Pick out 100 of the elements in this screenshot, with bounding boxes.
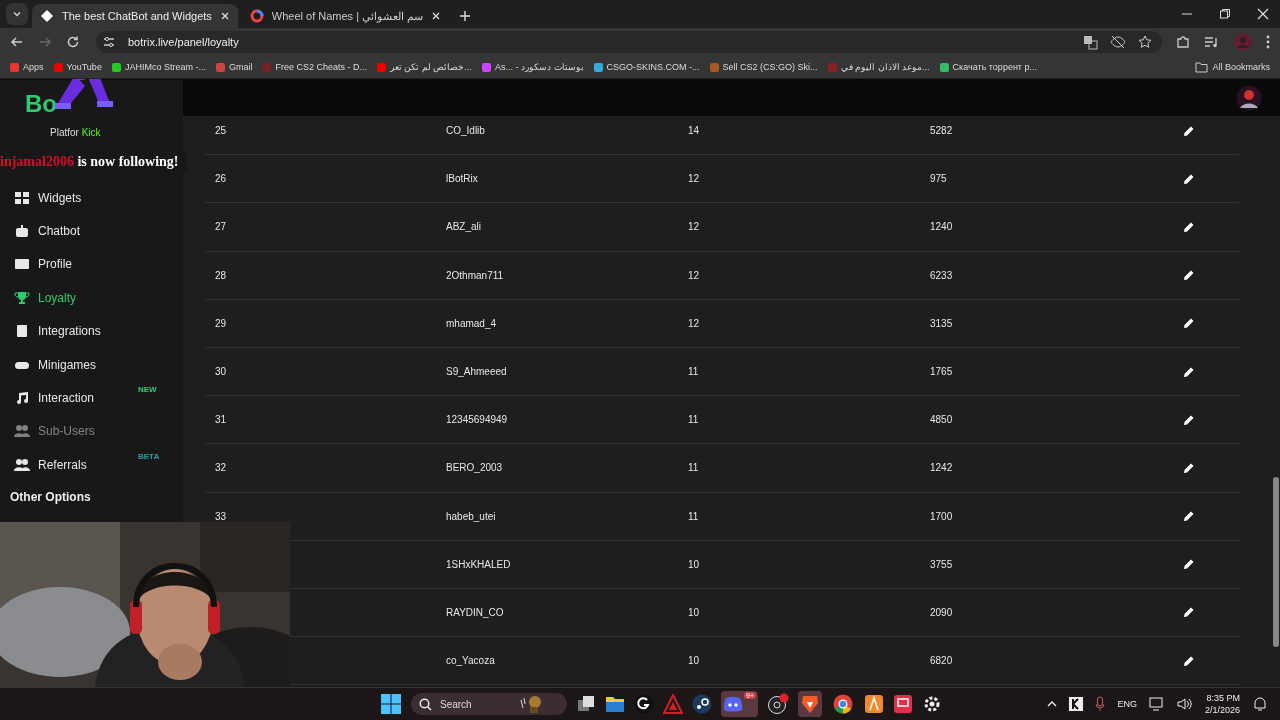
bookmark-link[interactable]: Apps — [10, 62, 44, 72]
edit-icon[interactable] — [1183, 654, 1195, 667]
edit-icon[interactable] — [1183, 558, 1195, 571]
edit-icon[interactable] — [1183, 172, 1195, 185]
table-cell-text: 1700 — [930, 510, 954, 522]
table-cell-text: 975 — [930, 173, 948, 185]
bookmark-link[interactable]: As... - بوستات دسكورد — [482, 62, 584, 72]
table-cell-text: 11 — [688, 462, 700, 474]
sidebar-item[interactable]: Loyalty — [0, 281, 183, 315]
table-cell-text: 12 — [688, 221, 701, 233]
sidebar-item[interactable]: Referrals BETA — [0, 448, 183, 482]
table-cell-text: 12 — [688, 317, 701, 329]
task-view-icon[interactable] — [576, 694, 596, 714]
k-app-icon[interactable] — [1069, 697, 1084, 711]
browser-tab[interactable]: Wheel of Names | سم العشوائي — [241, 4, 450, 28]
bookmark-link[interactable]: YouTube — [53, 62, 102, 72]
eye-slash-icon[interactable] — [1110, 35, 1126, 49]
table-cell-text: 30 — [214, 366, 228, 378]
speaker-icon[interactable] — [1176, 697, 1193, 711]
language-indicator[interactable]: ENG — [1117, 699, 1137, 709]
tent-app-icon[interactable] — [864, 694, 884, 714]
chevron-up-icon[interactable] — [1047, 700, 1058, 708]
table-cell-text: habeb_utei — [446, 510, 497, 522]
clock[interactable]: 8:35 PM 2/1/2026 — [1204, 692, 1240, 716]
folder-icon[interactable] — [605, 695, 625, 713]
screen-app-icon[interactable] — [893, 694, 913, 714]
g-logo-icon[interactable] — [634, 694, 654, 714]
table-cell-text: 1242 — [930, 462, 954, 474]
reload-icon[interactable] — [66, 35, 80, 49]
table-cell-text: 12 — [688, 269, 701, 281]
gramophone-icon — [518, 694, 544, 714]
table-cell-text: co_Yacoza — [446, 655, 496, 667]
all-bookmarks-button[interactable]: All Bookmarks — [1195, 61, 1270, 73]
edit-icon[interactable] — [1183, 365, 1195, 378]
user-avatar-icon[interactable] — [1236, 84, 1262, 111]
edit-icon[interactable] — [1183, 124, 1195, 137]
gear-icon[interactable] — [922, 694, 942, 714]
sidebar-item[interactable]: Interaction NEW — [0, 381, 183, 415]
table-cell-text: 26 — [214, 173, 228, 185]
sidebar-item[interactable]: Chatbot — [0, 214, 183, 248]
edit-icon[interactable] — [1183, 413, 1195, 426]
sidebar-item[interactable]: Profile — [0, 247, 183, 282]
triangle-logo-icon[interactable] — [663, 694, 683, 714]
edit-icon[interactable] — [1183, 510, 1195, 523]
table-cell-text: RAYDIN_CO — [446, 606, 505, 618]
table-cell-text: 3755 — [930, 558, 954, 570]
table-cell-text: 12 — [688, 173, 701, 185]
start-icon[interactable] — [380, 693, 402, 715]
sidebar-item[interactable]: Integrations — [0, 314, 183, 348]
table-cell-text: 11 — [688, 366, 700, 378]
platform-label: Platfor Kick — [50, 127, 101, 138]
table-cell-text: 1SHxKHALED — [446, 558, 512, 570]
star-icon[interactable] — [1138, 35, 1152, 49]
close-icon[interactable] — [431, 11, 442, 21]
bookmark-link[interactable]: Скачать торрент р... — [939, 62, 1037, 72]
chrome-icon — [833, 694, 853, 714]
obs-icon[interactable] — [767, 693, 789, 715]
bookmark-link[interactable]: خصائص لم تكن تعر... — [376, 62, 472, 72]
monitor-icon[interactable] — [1148, 697, 1165, 711]
steam-icon[interactable] — [692, 694, 712, 714]
table-cell-text: 25 — [214, 125, 228, 137]
media-queue-icon[interactable] — [1204, 35, 1220, 49]
bell-icon[interactable] — [1252, 696, 1268, 712]
close-icon[interactable] — [219, 11, 230, 21]
sidebar-item[interactable]: Minigames — [0, 347, 183, 382]
bookmark-link[interactable]: موعد الاذان اليوم في... — [827, 62, 930, 72]
search-field[interactable]: Search — [438, 697, 512, 711]
more-menu-icon[interactable] — [1266, 35, 1270, 49]
edit-icon[interactable] — [1183, 269, 1195, 282]
puzzle-icon[interactable] — [1176, 35, 1190, 49]
table-cell-text: 3135 — [930, 317, 954, 329]
search-bar[interactable]: Search — [411, 693, 567, 715]
table-cell-text: 12345694949 — [446, 414, 509, 426]
table-cell-text: mhamad_4 — [446, 317, 498, 329]
back-icon[interactable] — [10, 35, 24, 49]
edit-icon[interactable] — [1183, 606, 1195, 619]
bookmark-link[interactable]: Sell CS2 (CS:GO) Ski... — [709, 62, 818, 72]
edit-icon[interactable] — [1183, 220, 1195, 233]
edit-icon[interactable] — [1183, 317, 1195, 330]
restore-icon[interactable] — [1219, 8, 1231, 20]
badge-label: NEW — [138, 385, 157, 395]
sidebar-item[interactable]: Widgets — [0, 181, 183, 215]
browser-tab[interactable]: The best ChatBot and Widgets — [32, 4, 238, 28]
logo-text: Bo — [25, 90, 57, 119]
microphone-icon[interactable] — [1095, 696, 1106, 712]
bookmark-link[interactable]: Gmail — [215, 62, 253, 72]
edit-icon[interactable] — [1183, 461, 1195, 474]
bookmark-link[interactable]: Free CS2 Cheats - D... — [262, 62, 367, 72]
close-icon[interactable] — [1257, 8, 1269, 20]
translate-icon[interactable] — [1083, 34, 1098, 50]
address-field[interactable]: botrix.live/panel/loyalty — [96, 31, 1162, 53]
table-cell-text: 32 — [214, 462, 228, 474]
tune-icon[interactable] — [102, 35, 116, 49]
new-tab-icon[interactable] — [459, 10, 472, 22]
browser-taskbar-button[interactable] — [798, 691, 822, 717]
section-heading: Other Options — [10, 489, 91, 504]
bookmark-link[interactable]: CSGO-SKINS.COM -... — [593, 62, 700, 72]
bookmark-link[interactable]: JAHIMco Stream -... — [111, 62, 206, 72]
tab-list-button[interactable] — [6, 3, 28, 25]
users-icon — [14, 457, 30, 472]
